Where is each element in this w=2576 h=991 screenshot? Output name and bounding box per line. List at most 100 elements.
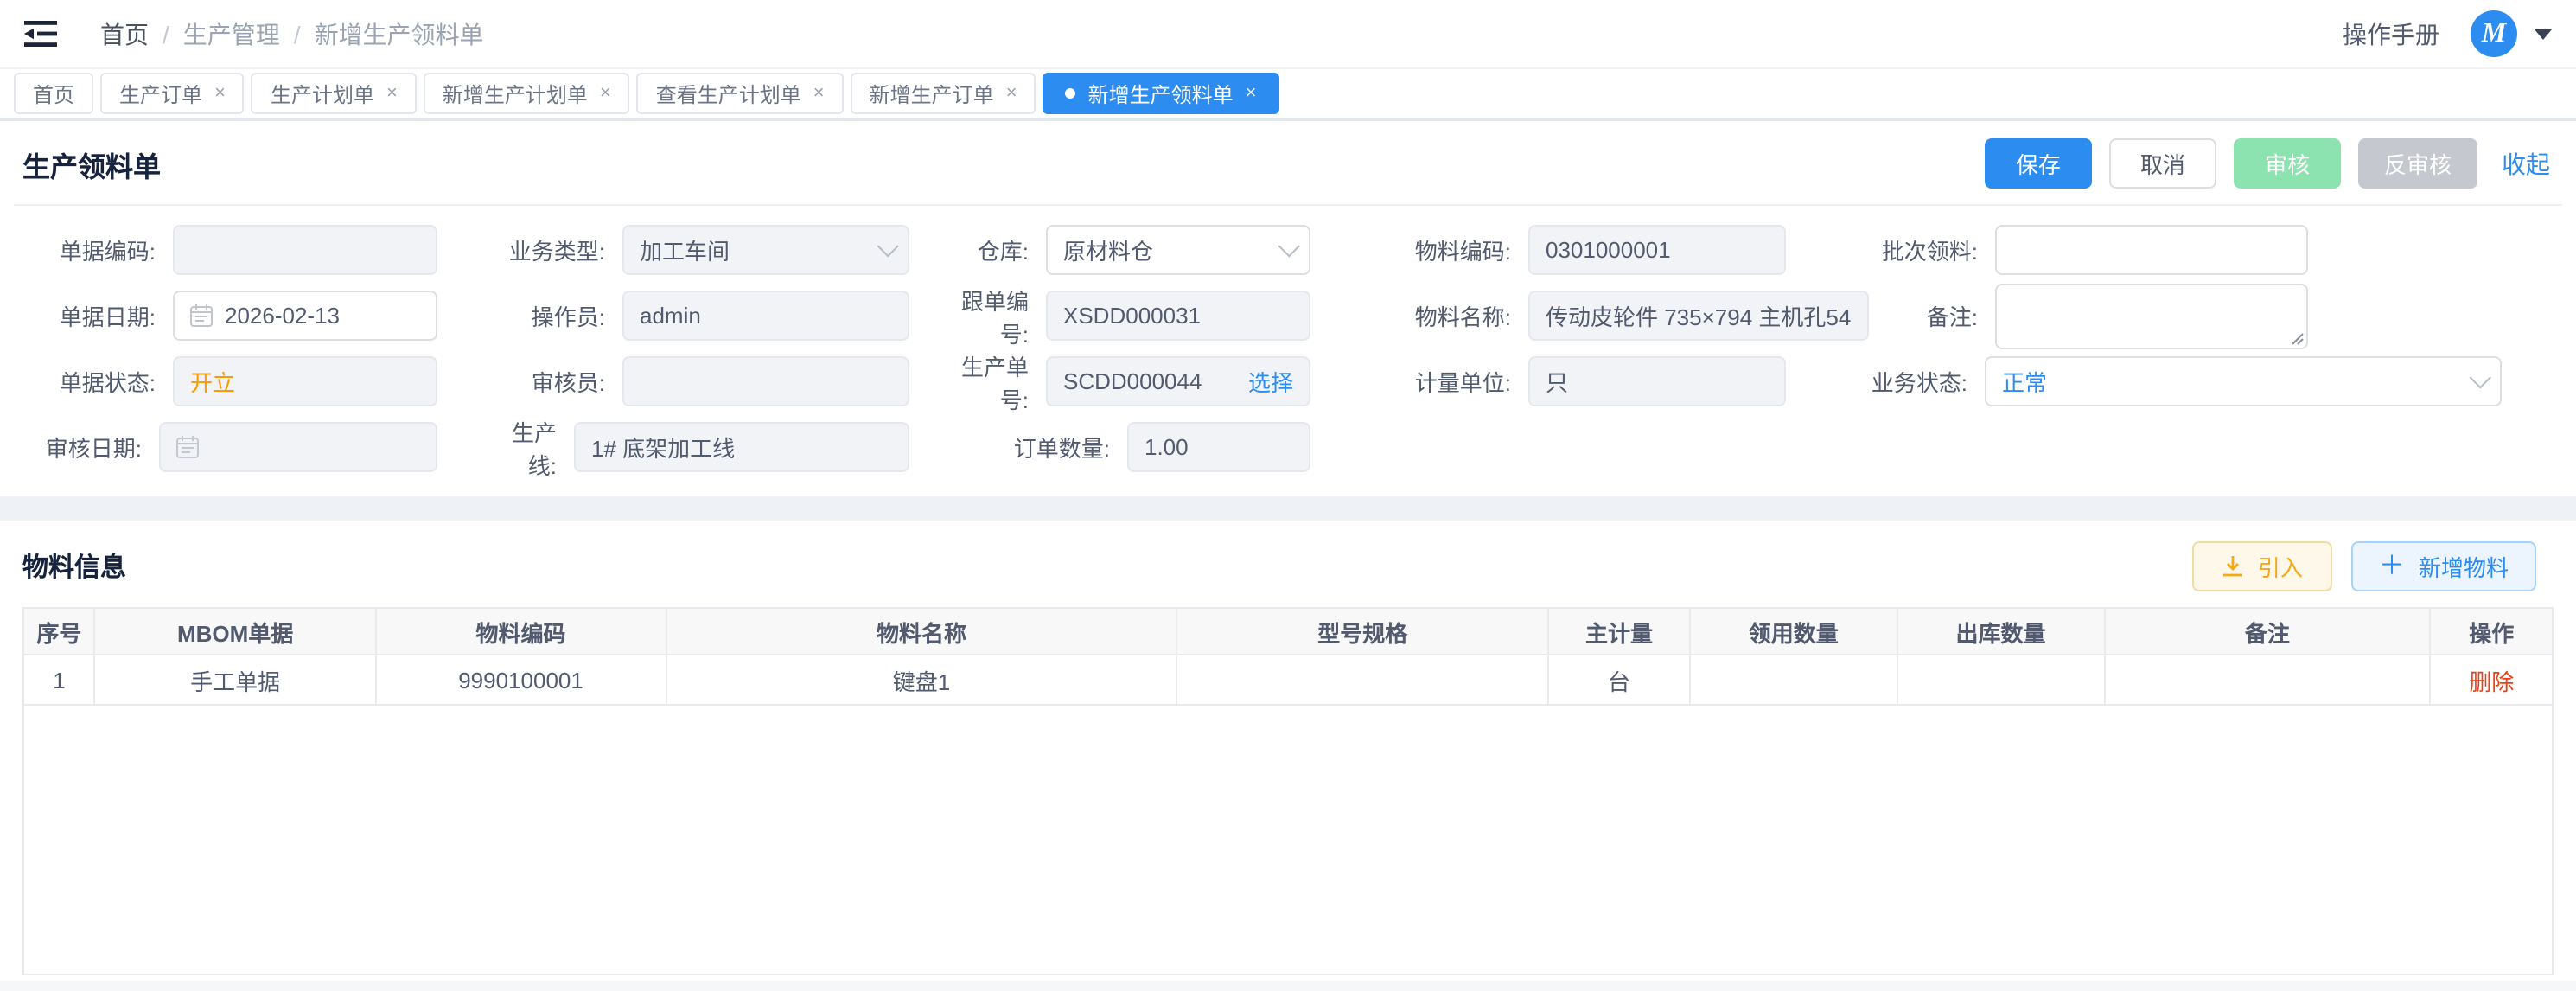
tab-production-order[interactable]: 生产订单×: [100, 73, 245, 114]
field-bill-date: 单据日期: 2026-02-13: [22, 291, 486, 341]
field-remark: 备注:: [1834, 291, 2550, 341]
download-icon: [2222, 555, 2244, 578]
requisition-form-card: 生产领料单 保存 取消 审核 反审核 收起 单据编码: 业务类型: 加工车间 仓…: [0, 121, 2576, 496]
close-icon[interactable]: ×: [386, 84, 398, 103]
chevron-down-icon: [2470, 367, 2491, 388]
user-avatar[interactable]: M: [2471, 10, 2517, 57]
cell-material-name: 键盘1: [666, 655, 1177, 705]
breadcrumb-separator: /: [294, 20, 301, 48]
field-batch-pick: 批次领料:: [1834, 225, 2550, 275]
breadcrumb: 首页 / 生产管理 / 新增生产领料单: [100, 16, 484, 51]
tab-new-production-order[interactable]: 新增生产订单×: [851, 73, 1036, 114]
col-remark: 备注: [2104, 609, 2430, 655]
col-material-code: 物料编码: [375, 609, 666, 655]
col-mbom: MBOM单据: [95, 609, 376, 655]
active-dot-icon: [1066, 88, 1076, 99]
close-icon[interactable]: ×: [214, 84, 226, 103]
page-title: 生产领料单: [22, 143, 161, 184]
close-icon[interactable]: ×: [1246, 84, 1257, 103]
close-icon[interactable]: ×: [813, 84, 825, 103]
material-name-label: 物料名称:: [1359, 299, 1528, 332]
cell-material-code: 9990100001: [375, 655, 666, 705]
status-badge: 开立: [190, 365, 420, 398]
batch-pick-input[interactable]: [1995, 225, 2308, 275]
unaudit-button: 反审核: [2358, 138, 2477, 189]
field-operator: 操作员: admin: [486, 291, 958, 341]
cell-unit: 台: [1548, 655, 1690, 705]
col-seq: 序号: [24, 609, 95, 655]
bill-code-label: 单据编码:: [22, 233, 173, 266]
track-no-input: XSDD000031: [1046, 291, 1310, 341]
material-section-title: 物料信息: [22, 548, 126, 585]
delete-row-link[interactable]: 删除: [2469, 668, 2514, 694]
cell-seq: 1: [24, 655, 95, 705]
audit-date-label: 审核日期:: [22, 431, 159, 464]
cell-out-qty: [1897, 655, 2105, 705]
select-prod-order-link[interactable]: 选择: [1248, 365, 1293, 398]
operator-label: 操作员:: [486, 299, 622, 332]
chevron-down-icon: [877, 235, 899, 257]
bill-status-input: 开立: [173, 356, 437, 406]
import-button[interactable]: 引入: [2192, 541, 2332, 591]
field-prod-line: 生产线: 1# 底架加工线: [486, 422, 958, 472]
breadcrumb-home[interactable]: 首页: [100, 16, 149, 51]
calendar-icon: [190, 304, 213, 327]
field-bill-code: 单据编码:: [22, 225, 486, 275]
user-menu-caret-icon[interactable]: [2535, 29, 2552, 39]
collapse-link[interactable]: 收起: [2502, 146, 2550, 181]
field-unit: 计量单位: 只: [1359, 356, 1834, 406]
bill-date-input[interactable]: 2026-02-13: [173, 291, 437, 341]
audit-button: 审核: [2234, 138, 2341, 189]
breadcrumb-current-page: 新增生产领料单: [315, 16, 484, 51]
field-bill-status: 单据状态: 开立: [22, 356, 486, 406]
track-no-label: 跟单编号:: [958, 283, 1046, 348]
cell-spec: [1176, 655, 1548, 705]
col-spec: 型号规格: [1176, 609, 1548, 655]
top-header: 首页 / 生产管理 / 新增生产领料单 操作手册 M: [0, 0, 2576, 69]
order-qty-label: 订单数量:: [958, 431, 1127, 464]
tab-view-production-plan[interactable]: 查看生产计划单×: [637, 73, 844, 114]
menu-collapse-icon[interactable]: [24, 20, 59, 48]
add-material-button[interactable]: ＋ 新增物料: [2351, 541, 2536, 591]
bill-code-input: [173, 225, 437, 275]
field-track-no: 跟单编号: XSDD000031: [958, 291, 1359, 341]
tab-home[interactable]: 首页: [14, 73, 93, 114]
prod-line-label: 生产线:: [486, 414, 574, 480]
cell-action: 删除: [2431, 655, 2552, 705]
field-order-qty: 订单数量: 1.00: [958, 422, 1359, 472]
field-auditor: 审核员:: [486, 356, 958, 406]
cell-req-qty[interactable]: [1690, 655, 1897, 705]
order-qty-input: 1.00: [1127, 422, 1310, 472]
field-biz-type: 业务类型: 加工车间: [486, 225, 958, 275]
audit-date-input: [159, 422, 437, 472]
close-icon[interactable]: ×: [600, 84, 611, 103]
plus-icon: ＋: [2379, 553, 2405, 579]
warehouse-select[interactable]: 原材料仓: [1046, 225, 1310, 275]
tab-new-material-requisition-active[interactable]: 新增生产领料单×: [1043, 73, 1279, 114]
unit-label: 计量单位:: [1359, 365, 1528, 398]
close-icon[interactable]: ×: [1006, 84, 1017, 103]
field-material-code: 物料编码: 0301000001: [1359, 225, 1834, 275]
material-code-input: 0301000001: [1528, 225, 1786, 275]
cancel-button[interactable]: 取消: [2109, 138, 2216, 189]
auditor-input: [622, 356, 909, 406]
col-action: 操作: [2431, 609, 2552, 655]
calendar-icon: [176, 436, 199, 458]
save-button[interactable]: 保存: [1985, 138, 2092, 189]
biz-status-select[interactable]: 正常: [1985, 356, 2502, 406]
cell-remark[interactable]: [2104, 655, 2430, 705]
breadcrumb-production-mgmt[interactable]: 生产管理: [183, 16, 280, 51]
tab-new-production-plan[interactable]: 新增生产计划单×: [424, 73, 630, 114]
remark-textarea[interactable]: [1995, 283, 2308, 348]
tab-production-plan[interactable]: 生产计划单×: [252, 73, 417, 114]
operator-input: admin: [622, 291, 909, 341]
operation-manual-link[interactable]: 操作手册: [2343, 16, 2439, 51]
unit-input: 只: [1528, 356, 1786, 406]
biz-status-label: 业务状态:: [1834, 365, 1985, 398]
field-audit-date: 审核日期:: [22, 422, 486, 472]
material-info-card: 物料信息 引入 ＋ 新增物料: [0, 521, 2576, 981]
biz-type-select: 加工车间: [622, 225, 909, 275]
bill-date-label: 单据日期:: [22, 299, 173, 332]
material-table: 序号 MBOM单据 物料编码 物料名称 型号规格 主计量 领用数量 出库数量 备…: [24, 609, 2552, 706]
section-gap: [0, 496, 2576, 521]
